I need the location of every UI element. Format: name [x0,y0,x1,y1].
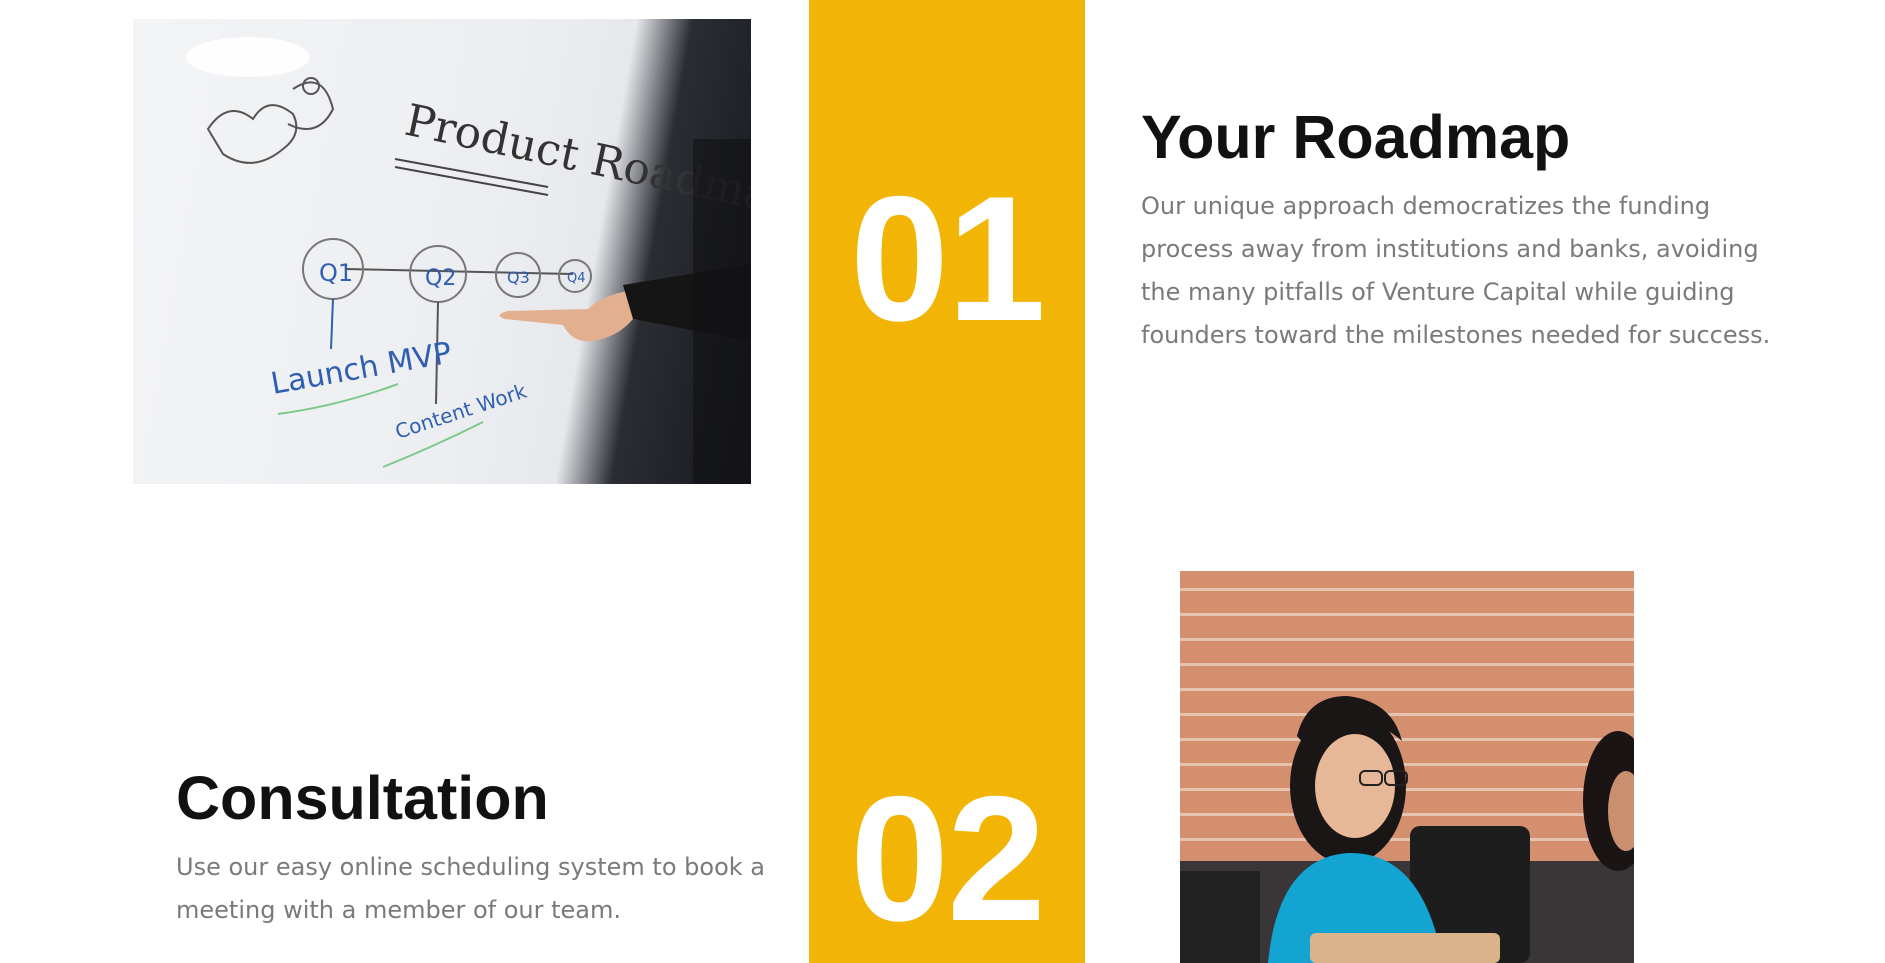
whiteboard-illustration: Product Roadmap Q1 Q2 Q3 Q4 Launch MVP C… [186,37,751,484]
step-number-02: 02 [850,759,1046,958]
milestone-q2: Q2 [425,266,456,291]
roadmap-heading: Your Roadmap [1141,103,1571,171]
milestone-q1: Q1 [319,259,353,287]
note-launch-mvp: Launch MVP [268,336,454,402]
consultation-photo [1180,571,1634,963]
milestone-q4: Q4 [567,271,586,286]
consultation-illustration [1180,696,1634,963]
step-number-01: 01 [850,159,1046,358]
consultation-description: Use our easy online scheduling system to… [176,853,765,924]
roadmap-whiteboard-photo: Product Roadmap Q1 Q2 Q3 Q4 Launch MVP C… [133,19,751,484]
note-content-work: Content Work [392,379,530,444]
milestone-q3: Q3 [507,268,530,287]
consultation-heading: Consultation [176,764,549,832]
roadmap-description: Our unique approach democratizes the fun… [1141,192,1771,349]
